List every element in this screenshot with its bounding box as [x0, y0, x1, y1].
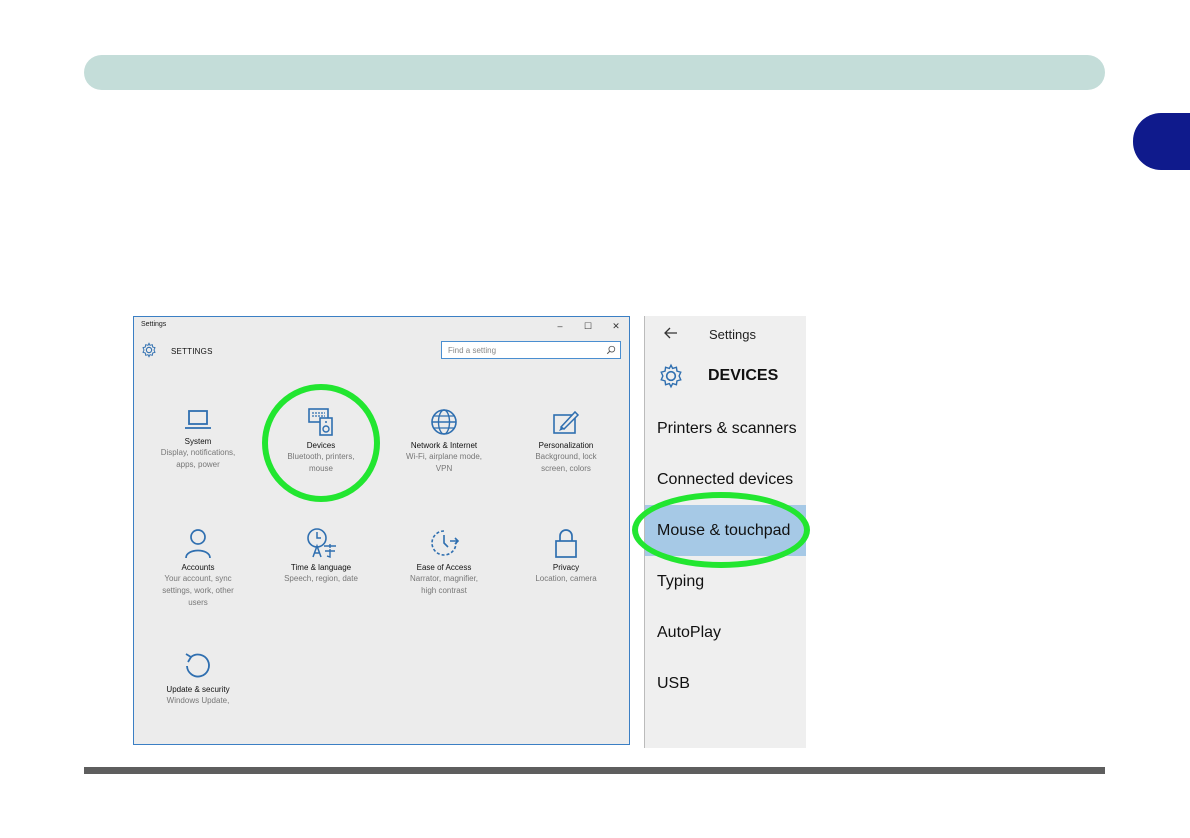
tile-title: Update & security [166, 685, 230, 694]
tile-title: Accounts [181, 563, 215, 572]
nav-item-autoplay[interactable]: AutoPlay [645, 607, 806, 658]
tile-time-language[interactable]: Time & language Speech, region, date [261, 527, 381, 585]
settings-window: Settings – ☐ ✕ SETTINGS Find a setting S… [133, 316, 630, 745]
nav-item-usb[interactable]: USB [645, 658, 806, 709]
tile-desc: Location, camera [535, 574, 597, 583]
tile-network[interactable]: Network & Internet Wi-Fi, airplane mode,… [384, 407, 504, 475]
time-language-icon [307, 528, 336, 558]
search-input[interactable]: Find a setting [441, 341, 621, 359]
paint-icon [553, 410, 580, 434]
tile-desc: Background, lock [535, 452, 597, 461]
nav-item-printers[interactable]: Printers & scanners [645, 403, 806, 454]
tile-desc: settings, work, other [162, 586, 234, 595]
tile-title: Ease of Access [416, 563, 472, 572]
tile-desc: users [188, 598, 208, 607]
tile-desc: Your account, sync [164, 574, 232, 583]
globe-icon [431, 409, 457, 435]
tile-title: Personalization [538, 441, 594, 450]
tile-update-security[interactable]: Update & security Windows Update, [138, 649, 258, 707]
window-controls: – ☐ ✕ [553, 319, 623, 333]
nav-item-connected-devices[interactable]: Connected devices [645, 454, 806, 505]
tile-desc: Display, notifications, [160, 448, 236, 457]
back-arrow-icon[interactable] [664, 327, 678, 339]
lock-icon [555, 529, 577, 558]
laptop-icon [185, 410, 211, 429]
search-placeholder: Find a setting [448, 346, 497, 355]
gear-icon [142, 342, 156, 358]
tile-desc: Bluetooth, printers, [287, 452, 355, 461]
tile-title: System [184, 437, 212, 446]
devices-pane: Settings DEVICES Printers & scanners Con… [644, 316, 806, 748]
search-icon[interactable] [606, 345, 616, 355]
tile-desc: apps, power [176, 460, 220, 469]
tile-title: Network & Internet [410, 441, 478, 450]
tile-desc: VPN [435, 464, 453, 473]
tile-desc: mouse [308, 464, 333, 473]
back-label[interactable]: Settings [709, 327, 756, 342]
tile-desc: Speech, region, date [284, 574, 358, 583]
tile-ease-of-access[interactable]: Ease of Access Narrator, magnifier, high… [384, 527, 504, 597]
devices-icon [308, 408, 333, 436]
tile-desc: Windows Update, [166, 696, 230, 705]
person-icon [185, 529, 211, 559]
footer-divider [84, 767, 1105, 774]
tile-system[interactable]: System Display, notifications, apps, pow… [138, 407, 258, 471]
gear-icon [660, 363, 682, 389]
nav-item-typing[interactable]: Typing [645, 556, 806, 607]
tile-title: Privacy [552, 563, 580, 572]
tile-desc: Narrator, magnifier, [409, 574, 479, 583]
minimize-button[interactable]: – [553, 319, 567, 333]
tile-devices[interactable]: Devices Bluetooth, printers, mouse [261, 407, 381, 475]
settings-heading: SETTINGS [171, 347, 213, 356]
tile-title: Devices [306, 441, 336, 450]
close-button[interactable]: ✕ [609, 319, 623, 333]
tile-desc: Wi-Fi, airplane mode, [405, 452, 483, 461]
page-header-bar [84, 55, 1105, 90]
update-icon [185, 653, 210, 678]
chapter-tab [1133, 113, 1190, 170]
tile-desc: high contrast [421, 586, 467, 595]
tile-privacy[interactable]: Privacy Location, camera [506, 527, 626, 585]
ease-of-access-icon [431, 530, 460, 556]
maximize-button[interactable]: ☐ [581, 319, 595, 333]
pane-title: DEVICES [708, 367, 779, 384]
tile-personalization[interactable]: Personalization Background, lock screen,… [506, 407, 626, 475]
tile-accounts[interactable]: Accounts Your account, sync settings, wo… [138, 527, 258, 609]
tile-title: Time & language [290, 563, 352, 572]
nav-item-mouse-touchpad[interactable]: Mouse & touchpad [645, 505, 806, 556]
tile-desc: screen, colors [541, 464, 591, 473]
window-title: Settings [141, 321, 167, 328]
